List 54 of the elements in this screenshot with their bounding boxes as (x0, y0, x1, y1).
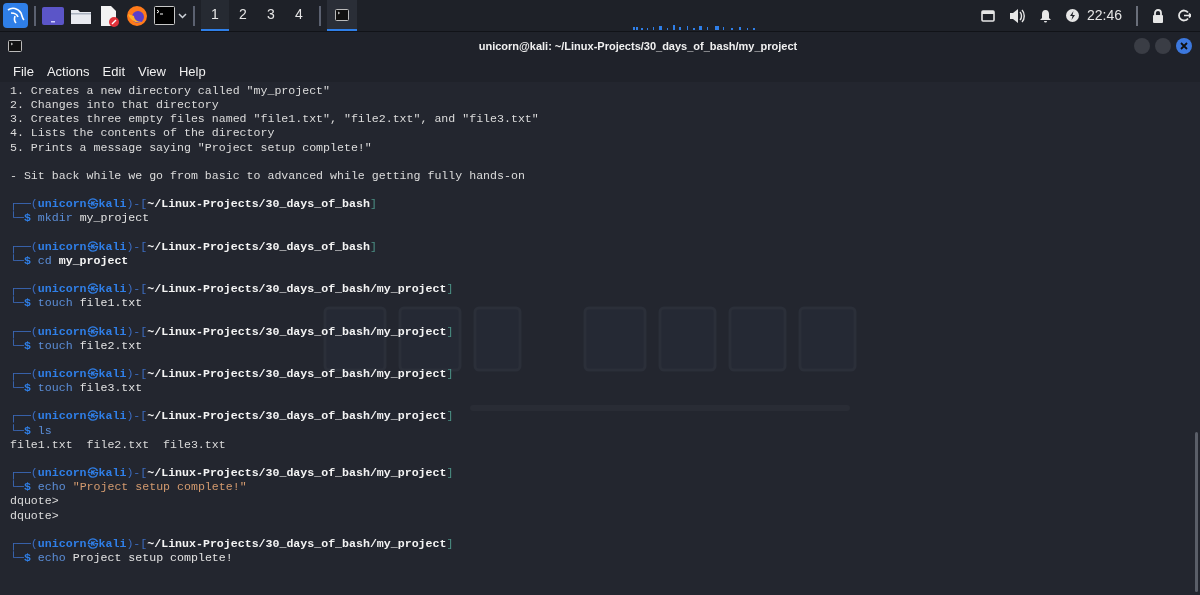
close-button[interactable] (1176, 38, 1192, 54)
lock-icon[interactable] (1152, 8, 1164, 23)
volume-icon[interactable] (1008, 8, 1025, 23)
caret-icon[interactable] (178, 12, 187, 19)
command-line: └─$ touch file2.txt (10, 338, 143, 353)
terminal-icon[interactable] (154, 6, 175, 25)
terminal-icon (335, 8, 349, 21)
menu-item[interactable]: Actions (46, 61, 90, 82)
bell-icon[interactable] (1038, 8, 1052, 23)
command-line: └─$ mkdir my_project (10, 211, 150, 226)
power-icon[interactable] (1065, 9, 1079, 22)
text-line: 1. Creates a new directory called "my_project" (10, 84, 331, 99)
output-line: file1.txt file2.txt file3.txt (10, 437, 226, 452)
workspace-button[interactable]: 2 (229, 0, 257, 31)
prompt-line: ┌──(unicorn㉿kali)-[~/Linux-Projects/30_days_of_bash] (10, 197, 377, 212)
command-line: └─$ cd my_project (10, 253, 129, 268)
menu-item[interactable]: File (13, 61, 34, 82)
menu-item[interactable]: Edit (102, 61, 125, 82)
prompt-line: ┌──(unicorn㉿kali)-[~/Linux-Projects/30_days_of_bash] (10, 239, 377, 254)
command-line: └─$ echo "Project setup complete!" (10, 480, 247, 495)
text-editor-icon[interactable] (98, 4, 120, 27)
clock[interactable]: 22:46 (1086, 5, 1122, 26)
text-line: 5. Prints a message saying "Project setup complete!" (10, 140, 372, 155)
text-line: - Sit back while we go from basic to advanced while getting fully hands-on (10, 168, 525, 184)
command-line: └─$ touch file1.txt (10, 296, 143, 311)
prompt-line: ┌──(unicorn㉿kali)-[~/Linux-Projects/30_days_of_bash/my_project] (10, 466, 454, 481)
close-icon (1180, 42, 1188, 50)
task-button[interactable] (327, 0, 357, 31)
text-line: 2. Changes into that directory (10, 98, 219, 113)
terminal-icon (8, 40, 22, 52)
text-line: 4. Lists the contents of the directory (10, 126, 275, 141)
menu-item[interactable]: Help (178, 61, 206, 82)
workspace-button[interactable]: 1 (201, 0, 229, 31)
display-icon[interactable] (980, 9, 995, 22)
workspace-button[interactable]: 4 (285, 0, 313, 31)
desktop-icon[interactable] (42, 6, 64, 25)
prompt-line: ┌──(unicorn㉿kali)-[~/Linux-Projects/30_days_of_bash/my_project] (10, 536, 454, 551)
kali-menu-icon[interactable] (3, 3, 28, 28)
prompt-line: ┌──(unicorn㉿kali)-[~/Linux-Projects/30_days_of_bash/my_project] (10, 367, 454, 382)
workspace-button[interactable]: 3 (257, 0, 285, 31)
command-line: └─$ echo Project setup complete! (10, 551, 233, 566)
command-line: └─$ touch file3.txt (10, 381, 143, 396)
prompt-line: ┌──(unicorn㉿kali)-[~/Linux-Projects/30_days_of_bash/my_project] (10, 409, 454, 423)
output-line: dquote> (10, 508, 59, 523)
logout-icon[interactable] (1178, 9, 1191, 22)
menu-item[interactable]: View (138, 61, 166, 82)
output-line: dquote> (10, 494, 59, 509)
prompt-line: ┌──(unicorn㉿kali)-[~/Linux-Projects/30_days_of_bash/my_project] (10, 282, 454, 297)
text-line: 3. Creates three empty files named "file1.txt", "file2.txt", and "file3.txt" (10, 112, 539, 127)
window-title: unicorn@kali: ~/Linux-Projects/30_days_of_bash/my_project (478, 38, 798, 54)
firefox-icon[interactable] (126, 4, 148, 27)
command-line: └─$ ls (10, 423, 52, 438)
prompt-line: ┌──(unicorn㉿kali)-[~/Linux-Projects/30_days_of_bash/my_project] (10, 324, 454, 339)
scrollbar[interactable] (1195, 432, 1198, 592)
